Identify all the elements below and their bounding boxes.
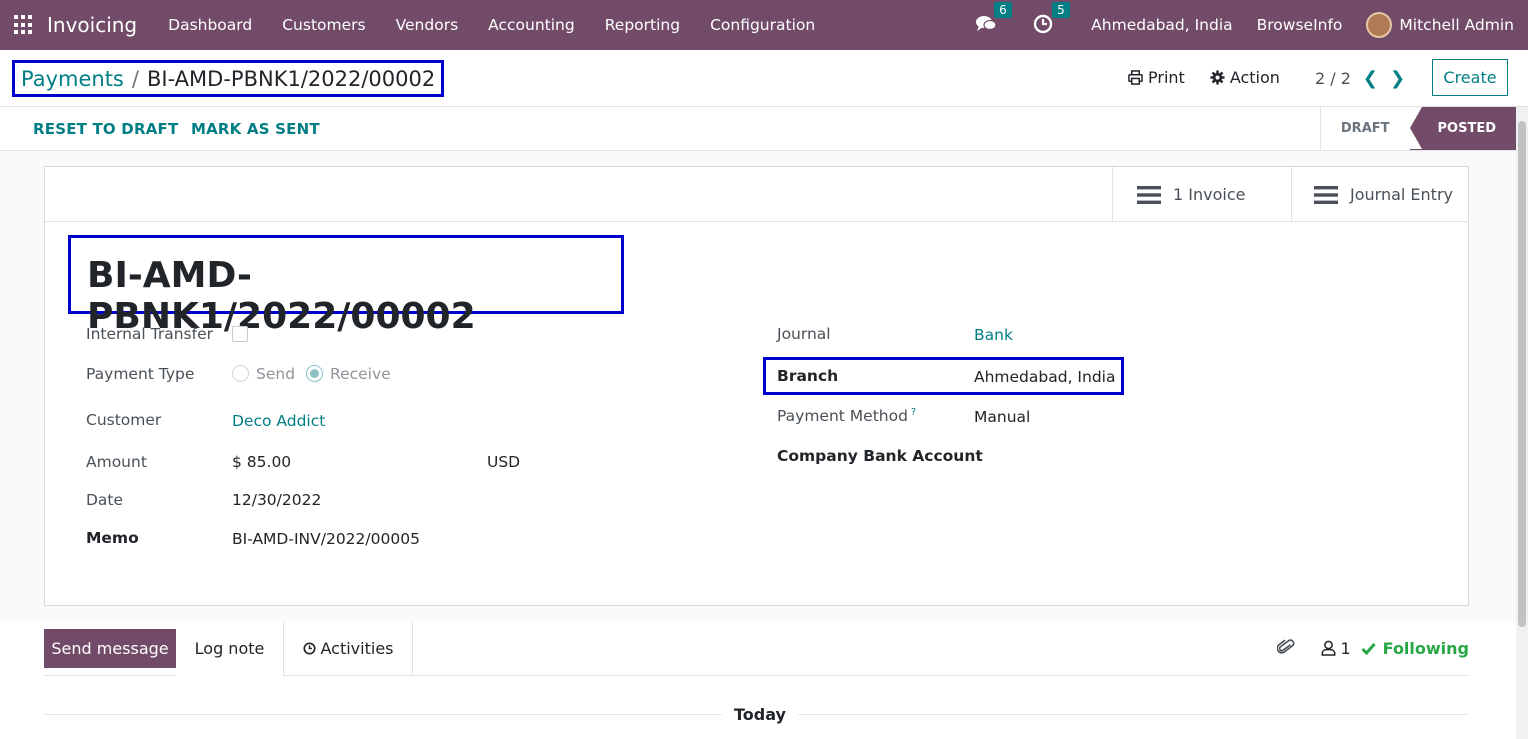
messages-button[interactable]: 6	[975, 2, 1012, 36]
followers-button[interactable]: 1	[1321, 638, 1351, 658]
form-statusbar: RESET TO DRAFT MARK AS SENT DRAFT POSTED	[0, 107, 1516, 151]
activities-button[interactable]: 5	[1033, 2, 1070, 36]
navbar-systray: 6 5 Ahmedabad, India BrowseInfo Mitchell…	[975, 0, 1528, 50]
user-menu[interactable]: Mitchell Admin	[1399, 16, 1514, 34]
breadcrumb-current: BI-AMD-PBNK1/2022/00002	[146, 66, 436, 91]
following-button[interactable]: Following	[1361, 639, 1469, 658]
journal-label: Journal	[777, 325, 831, 343]
memo-label: Memo	[86, 529, 139, 547]
pager-next-icon[interactable]: ❯	[1390, 68, 1405, 89]
branch-label: Branch	[777, 367, 839, 385]
stage-draft[interactable]: DRAFT	[1319, 107, 1410, 150]
amount-label: Amount	[86, 453, 147, 471]
followers-count: 1	[1340, 638, 1351, 658]
journal-entry-smart-button[interactable]: Journal Entry	[1291, 167, 1468, 222]
pager-value[interactable]: 2 / 2	[1315, 69, 1351, 88]
clock-icon	[302, 642, 316, 655]
top-navbar: Invoicing Dashboard Customers Vendors Ac…	[0, 0, 1528, 50]
smart-button-box: 1 Invoice Journal Entry	[45, 167, 1468, 222]
company-bank-account-label: Company Bank Account	[777, 447, 983, 465]
date-label: Date	[86, 491, 124, 509]
main-menu: Dashboard Customers Vendors Accounting R…	[153, 16, 830, 34]
internal-transfer-checkbox[interactable]	[232, 326, 248, 342]
log-note-button[interactable]: Log note	[176, 621, 283, 676]
print-button[interactable]: Print	[1128, 68, 1185, 87]
payment-method-value: Manual	[974, 408, 1031, 426]
user-avatar[interactable]	[1366, 12, 1393, 38]
mark-as-sent-button[interactable]: MARK AS SENT	[191, 120, 320, 138]
payment-method-label-text: Payment Method	[777, 407, 908, 426]
company-switcher[interactable]: BrowseInfo	[1257, 16, 1343, 34]
list-icon	[1314, 185, 1338, 204]
gear-icon	[1210, 70, 1225, 85]
check-icon	[1361, 642, 1376, 655]
action-button[interactable]: Action	[1210, 68, 1280, 87]
journal-entry-smart-label: Journal Entry	[1350, 185, 1453, 204]
breadcrumb: Payments / BI-AMD-PBNK1/2022/00002	[12, 60, 445, 97]
date-value: 12/30/2022	[232, 491, 322, 509]
payment-type-receive-label: Receive	[330, 365, 391, 383]
customer-link[interactable]: Deco Addict	[232, 412, 325, 430]
breadcrumb-separator: /	[131, 66, 139, 91]
customer-label: Customer	[86, 411, 162, 429]
form-sheet: 1 Invoice Journal Entry BI-AMD-PBNK1/202…	[44, 166, 1469, 606]
date-separator-today: Today	[722, 705, 798, 724]
clock-icon	[1033, 14, 1053, 34]
payment-type-send-label: Send	[256, 365, 296, 383]
payment-type-receive-radio[interactable]	[306, 365, 323, 382]
currency-value: USD	[487, 453, 521, 471]
branch-switcher[interactable]: Ahmedabad, India	[1091, 16, 1232, 34]
record-title-highlight: BI-AMD-PBNK1/2022/00002	[68, 235, 624, 337]
help-icon[interactable]: ?	[911, 407, 916, 418]
menu-reporting[interactable]: Reporting	[590, 16, 695, 34]
menu-accounting[interactable]: Accounting	[473, 16, 590, 34]
payment-type-send-radio[interactable]	[232, 365, 249, 382]
user-icon	[1322, 640, 1336, 656]
activities-label: Activities	[320, 639, 394, 658]
journal-link[interactable]: Bank	[974, 326, 1013, 344]
paperclip-icon[interactable]	[1277, 638, 1295, 658]
apps-menu-icon[interactable]	[14, 15, 34, 35]
menu-customers[interactable]: Customers	[267, 16, 380, 34]
reset-to-draft-button[interactable]: RESET TO DRAFT	[33, 120, 178, 138]
print-label: Print	[1148, 68, 1185, 87]
payment-type-label: Payment Type	[86, 365, 195, 383]
payment-method-label: Payment Method?	[777, 407, 916, 425]
breadcrumb-payments-link[interactable]: Payments	[21, 67, 124, 91]
chatter-topbar: Send message Log note Activities 1 Follo…	[44, 621, 1469, 676]
pager-previous-icon[interactable]: ❮	[1363, 68, 1378, 89]
activities-badge: 5	[1052, 2, 1070, 18]
messages-badge: 6	[994, 2, 1012, 18]
record-actions: Print Action	[1128, 68, 1280, 87]
invoice-smart-label: 1 Invoice	[1173, 185, 1246, 204]
chatter: Send message Log note Activities 1 Follo…	[0, 621, 1516, 739]
pager: 2 / 2 ❮ ❯	[1315, 68, 1405, 89]
control-panel: Payments / BI-AMD-PBNK1/2022/00002 Print…	[0, 50, 1528, 107]
app-name[interactable]: Invoicing	[47, 13, 137, 37]
printer-icon	[1128, 70, 1143, 85]
internal-transfer-label: Internal Transfer	[86, 325, 213, 343]
menu-dashboard[interactable]: Dashboard	[153, 16, 267, 34]
amount-value: $ 85.00	[232, 453, 292, 471]
list-icon	[1137, 185, 1161, 204]
following-label: Following	[1382, 638, 1469, 658]
invoice-smart-button[interactable]: 1 Invoice	[1112, 167, 1291, 222]
activities-button[interactable]: Activities	[283, 621, 413, 676]
branch-value: Ahmedabad, India	[974, 368, 1116, 386]
stage-posted[interactable]: POSTED	[1409, 107, 1516, 150]
send-message-button[interactable]: Send message	[44, 629, 176, 668]
chatter-topbar-right: 1 Following	[1277, 638, 1469, 658]
create-button[interactable]: Create	[1432, 59, 1508, 96]
status-stages: DRAFT POSTED	[1319, 107, 1516, 150]
menu-configuration[interactable]: Configuration	[695, 16, 830, 34]
menu-vendors[interactable]: Vendors	[381, 16, 474, 34]
memo-value: BI-AMD-INV/2022/00005	[232, 530, 420, 548]
vertical-scrollbar[interactable]	[1516, 107, 1528, 739]
scrollbar-thumb[interactable]	[1518, 121, 1526, 627]
action-label: Action	[1229, 68, 1280, 87]
